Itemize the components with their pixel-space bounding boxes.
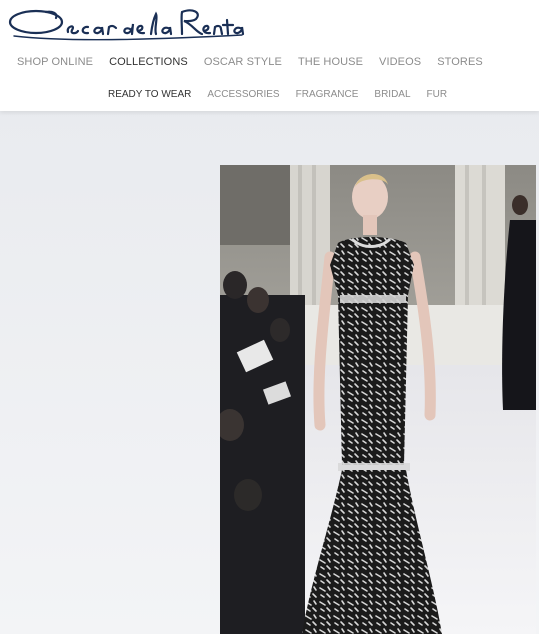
subnav-ready-to-wear[interactable]: READY TO WEAR [108,88,191,101]
nav-shop-online[interactable]: SHOP ONLINE [17,55,93,69]
secondary-nav: READY TO WEAR ACCESSORIES FRAGRANCE BRID… [108,88,463,101]
runway-photo-image [220,165,536,634]
subnav-fragrance[interactable]: FRAGRANCE [296,88,359,101]
brand-logo[interactable] [6,4,246,46]
subnav-bridal[interactable]: BRIDAL [374,88,410,101]
logo-script-image [8,9,245,41]
nav-the-house[interactable]: THE HOUSE [298,55,363,69]
primary-nav: SHOP ONLINE COLLECTIONS OSCAR STYLE THE … [17,55,499,69]
nav-stores[interactable]: STORES [437,55,483,69]
subnav-fur[interactable]: FUR [427,88,448,101]
runway-photo[interactable] [220,165,536,634]
nav-collections[interactable]: COLLECTIONS [109,55,188,69]
site-header: SHOP ONLINE COLLECTIONS OSCAR STYLE THE … [0,0,539,111]
subnav-accessories[interactable]: ACCESSORIES [207,88,279,101]
nav-videos[interactable]: VIDEOS [379,55,421,69]
nav-oscar-style[interactable]: OSCAR STYLE [204,55,282,69]
